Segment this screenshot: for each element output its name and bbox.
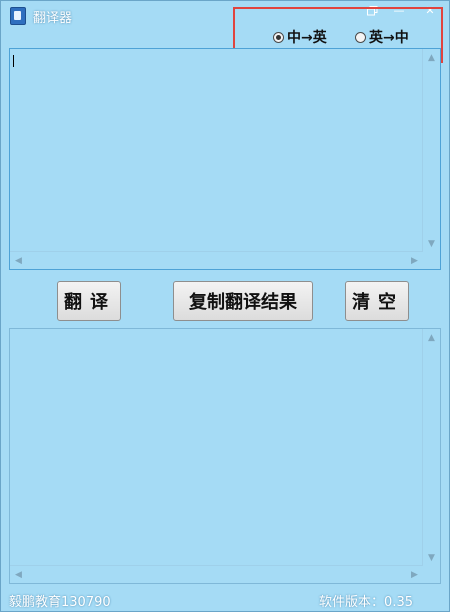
translate-button[interactable]: 翻译	[57, 281, 121, 321]
scroll-down-icon[interactable]: ▼	[423, 549, 440, 566]
radio-label-en-zh: 英→中	[369, 30, 409, 46]
scroll-corner	[423, 566, 440, 583]
window-title: 翻译器	[33, 11, 73, 26]
result-text-output[interactable]	[10, 329, 423, 566]
radio-label-zh-en: 中→英	[287, 30, 327, 46]
scroll-down-icon[interactable]: ▼	[423, 235, 440, 252]
radio-button-checked[interactable]	[273, 31, 284, 43]
text-caret	[13, 55, 14, 67]
source-horizontal-scrollbar[interactable]: ◀ ▶	[10, 251, 423, 269]
status-version: 软件版本：0.35	[319, 595, 413, 610]
scroll-right-icon[interactable]: ▶	[406, 252, 423, 269]
radio-button-unchecked[interactable]	[355, 31, 366, 43]
result-horizontal-scrollbar[interactable]: ◀ ▶	[10, 565, 423, 583]
scroll-right-icon[interactable]: ▶	[406, 566, 423, 583]
clear-button[interactable]: 清空	[345, 281, 409, 321]
scroll-left-icon[interactable]: ◀	[10, 566, 27, 583]
scroll-up-icon[interactable]: ▲	[423, 329, 440, 346]
result-text-pane: ▲ ▼ ◀ ▶	[9, 328, 441, 584]
source-vertical-scrollbar[interactable]: ▲ ▼	[422, 49, 440, 252]
status-author: 毅鹏教育130790	[9, 595, 111, 610]
copy-result-button[interactable]: 复制翻译结果	[173, 281, 313, 321]
app-icon	[10, 7, 26, 25]
scroll-left-icon[interactable]: ◀	[10, 252, 27, 269]
result-vertical-scrollbar[interactable]: ▲ ▼	[422, 329, 440, 566]
radio-en-to-zh[interactable]: 英→中	[355, 27, 409, 47]
scroll-corner	[423, 252, 440, 269]
translator-window: 翻译器 — ✕ 中→英 英→中 ▲ ▼ ◀ ▶ 翻译 复制翻译结果 清空 ▲ ▼…	[0, 0, 450, 612]
source-text-input[interactable]	[10, 49, 423, 252]
scroll-up-icon[interactable]: ▲	[423, 49, 440, 66]
source-text-pane: ▲ ▼ ◀ ▶	[9, 48, 441, 270]
radio-zh-to-en[interactable]: 中→英	[273, 27, 327, 47]
